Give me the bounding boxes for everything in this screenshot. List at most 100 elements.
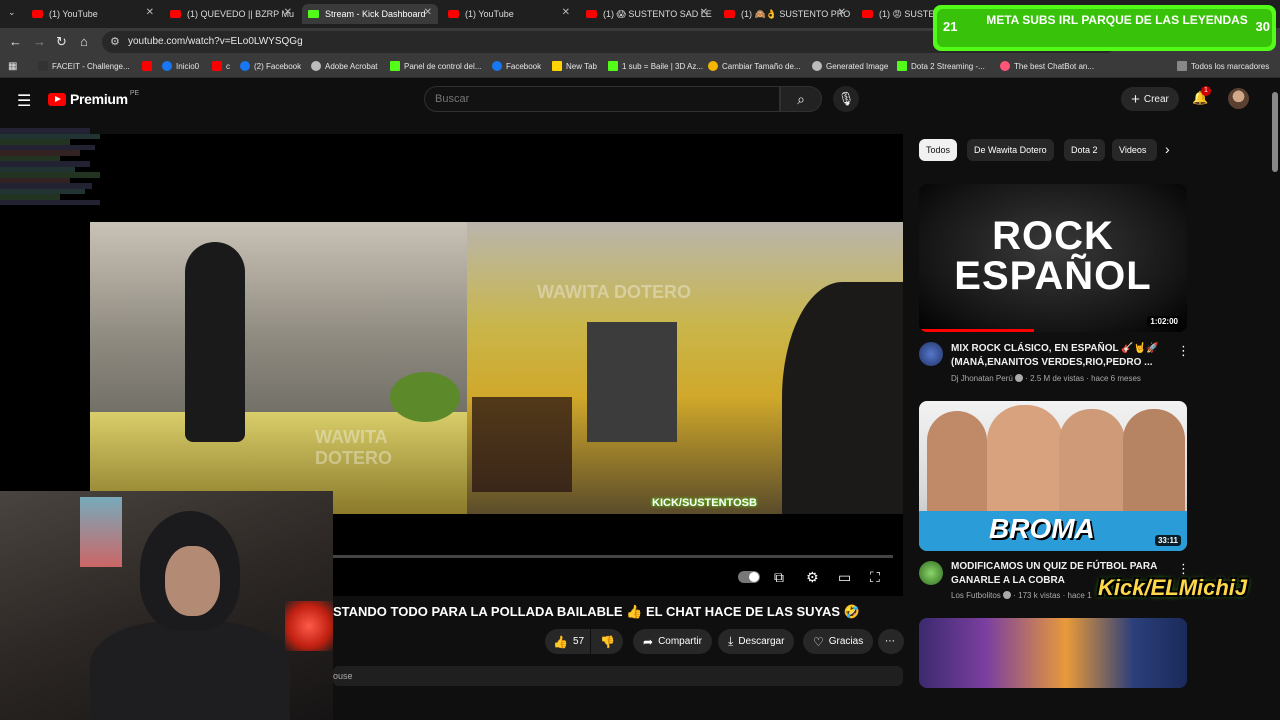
notifications-button[interactable]: 🔔 1 (1192, 86, 1211, 106)
voice-search-button[interactable]: 🎙 (833, 86, 859, 112)
bookmark-item[interactable]: Generated Image (812, 61, 888, 71)
video-thumbnail[interactable]: BROMA 33:11 (919, 401, 1187, 551)
subtitles-icon[interactable]: ⧉ (774, 569, 784, 586)
bookmark-item[interactable]: 1 sub = Baile | 3D Az... (608, 61, 703, 71)
browser-tab[interactable]: (1) 😱 SUSTENTO SAD LE ✕ (580, 4, 714, 24)
kick-brand-overlay: Kick/ELMichiJ (1098, 575, 1248, 600)
bookmark-item[interactable]: Cambiar Tamaño de... (708, 61, 801, 71)
share-button[interactable]: ➦ Compartir (633, 629, 712, 654)
bookmark-item[interactable]: c (212, 61, 230, 71)
bookmark-item[interactable]: Panel de control del... (390, 61, 481, 71)
video-title[interactable]: MIX ROCK CLÁSICO, EN ESPAÑOL 🎸🤘🚀 (MANÁ,E… (951, 342, 1161, 370)
youtube-favicon-icon (170, 10, 181, 18)
bookmark-item[interactable]: Dota 2 Streaming -... (897, 61, 985, 71)
forward-icon[interactable]: → (33, 34, 46, 49)
plus-icon: + (1131, 90, 1140, 108)
chip-videos[interactable]: Videos (1112, 139, 1157, 161)
close-tab-icon[interactable]: ✕ (838, 7, 846, 18)
chip-all[interactable]: Todos (919, 139, 958, 161)
dislike-button[interactable]: 👎 (591, 629, 623, 654)
goal-target: 30 (1255, 19, 1270, 34)
video-thumbnail[interactable] (919, 618, 1187, 688)
tab-label: (1) YouTube (49, 9, 98, 19)
url-text[interactable]: youtube.com/watch?v=ELo0LWYSQGg (128, 36, 303, 47)
page-scrollbar[interactable] (1270, 80, 1280, 690)
create-button[interactable]: + Crear (1121, 87, 1179, 111)
description-box[interactable]: ouse (333, 666, 903, 686)
video-frame[interactable]: WAWITA DOTERO WAWITA DOTERO (90, 222, 903, 514)
browser-tab[interactable]: (1) YouTube ✕ (26, 4, 160, 24)
chevron-right-icon[interactable]: › (1165, 141, 1170, 157)
globe-icon (812, 61, 822, 71)
create-label: Crear (1143, 93, 1169, 105)
home-icon[interactable]: ⌂ (80, 34, 88, 49)
account-avatar[interactable] (1228, 88, 1249, 109)
bookmark-item[interactable]: Adobe Acrobat (311, 61, 377, 71)
close-tab-icon[interactable]: ✕ (700, 7, 708, 18)
bookmark-label: Cambiar Tamaño de... (722, 61, 801, 71)
video-thumbnail[interactable]: ROCK ESPAÑOL 1:02:00 (919, 184, 1187, 332)
kick-icon (608, 61, 618, 71)
channel-name[interactable]: Los Futbolitos (951, 591, 1001, 600)
browser-tab[interactable]: (1) QUEVEDO || BZRP Mu ✕ (164, 4, 298, 24)
bookmark-label: Dota 2 Streaming -... (911, 61, 985, 71)
chip-dota2[interactable]: Dota 2 (1064, 139, 1105, 161)
reload-icon[interactable]: ↻ (56, 34, 67, 50)
bookmark-item[interactable]: Inicio0 (162, 61, 199, 71)
youtube-play-icon (48, 92, 66, 106)
channel-avatar[interactable] (919, 342, 943, 366)
fullscreen-icon[interactable]: ⛶ (870, 569, 880, 586)
download-button[interactable]: ⤓ Descargar (718, 629, 795, 654)
like-button[interactable]: 👍 57 (545, 629, 590, 654)
channel-avatar[interactable] (919, 561, 943, 585)
autoplay-toggle[interactable] (738, 571, 760, 583)
goal-text: META SUBS IRL PARQUE DE LAS LEYENDAS (986, 13, 1248, 27)
thumbs-up-icon: 👍 (553, 634, 568, 649)
youtube-logo[interactable]: Premium PE (48, 89, 140, 107)
apps-grid-icon[interactable]: ▦ (8, 61, 17, 72)
site-info-icon[interactable]: ⚙ (110, 35, 120, 48)
hamburger-menu-icon[interactable]: ☰ (17, 91, 31, 111)
anime-poster (80, 497, 122, 567)
bookmark-item[interactable]: New Tab (552, 61, 597, 71)
browser-tab[interactable]: (1) 🙈👌 SUSTENTO PRO ✕ (718, 4, 852, 24)
settings-gear-icon[interactable]: ⚙ (806, 569, 819, 586)
globe-icon (311, 61, 321, 71)
streamer-webcam (0, 491, 333, 720)
thanks-button[interactable]: ♡ Gracias (803, 629, 874, 654)
chip-channel[interactable]: De Wawita Dotero (967, 139, 1054, 161)
browser-tab[interactable]: (1) YouTube ✕ (442, 4, 576, 24)
more-actions-button[interactable]: ⋯ (878, 629, 904, 654)
channel-name[interactable]: Dj Jhonatan Perú (951, 374, 1013, 383)
verified-icon (1015, 374, 1024, 382)
bookmark-item[interactable]: Facebook (492, 61, 541, 71)
red-lamp (285, 601, 333, 651)
bookmark-label: c (226, 61, 230, 71)
close-tab-icon[interactable]: ✕ (424, 7, 432, 18)
browser-tab[interactable]: (1) 😡 SUSTENT (856, 4, 936, 24)
region-code: PE (129, 89, 140, 97)
machine-object (587, 322, 677, 442)
bookmark-item[interactable] (142, 61, 156, 71)
more-vertical-icon[interactable]: ⋮ (1177, 343, 1190, 359)
tab-list-chevron-icon[interactable]: ⌄ (8, 7, 16, 18)
close-tab-icon[interactable]: ✕ (146, 7, 154, 18)
bookmark-item[interactable]: FACEIT - Challenge... (38, 61, 130, 71)
close-tab-icon[interactable]: ✕ (284, 7, 292, 18)
bookmark-item[interactable]: The best ChatBot an... (1000, 61, 1094, 71)
bookmark-item[interactable]: (2) Facebook (240, 61, 301, 71)
miniplayer-icon[interactable]: ▭ (838, 569, 851, 586)
search-box[interactable] (424, 86, 780, 112)
shoulder-silhouette (782, 282, 903, 514)
youtube-icon (142, 61, 152, 71)
scrollbar-thumb[interactable] (1272, 92, 1278, 172)
video-progress-bar[interactable] (333, 555, 893, 558)
bookmark-label: The best ChatBot an... (1014, 61, 1095, 71)
browser-tab-active[interactable]: Stream - Kick Dashboard ✕ (302, 4, 438, 24)
bookmark-folder[interactable]: Todos los marcadores (1177, 61, 1269, 71)
search-input[interactable] (425, 87, 779, 111)
description-text: ouse (333, 671, 353, 681)
back-icon[interactable]: ← (9, 34, 22, 49)
close-tab-icon[interactable]: ✕ (562, 7, 570, 18)
search-button[interactable]: ⌕ (780, 86, 822, 112)
